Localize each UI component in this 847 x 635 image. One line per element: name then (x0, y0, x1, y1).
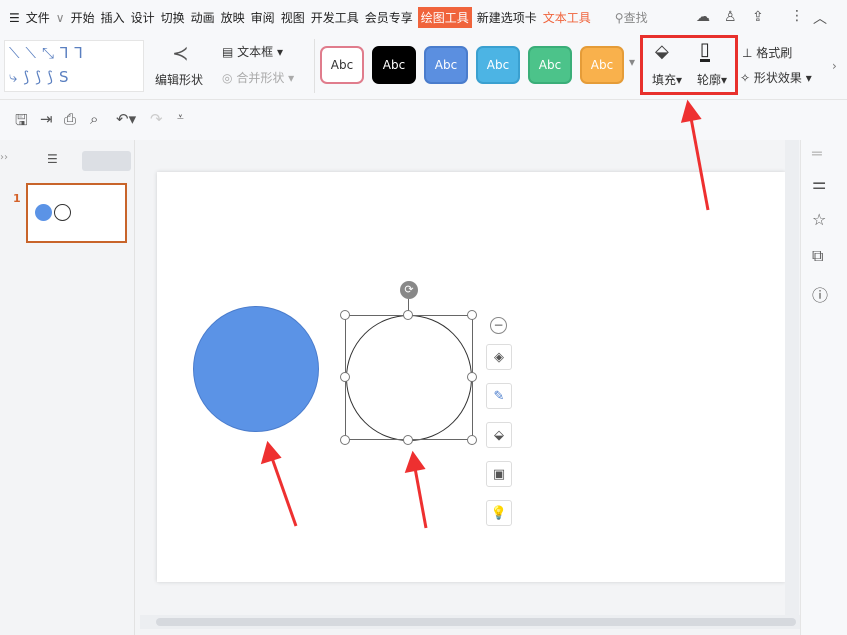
arrowhead (260, 440, 282, 465)
arrow-to-fill-outline (689, 117, 710, 211)
arrowhead (680, 99, 702, 123)
arrow-to-white-circle (413, 467, 428, 529)
annotation-arrows (260, 99, 710, 529)
arrow-to-blue-circle (270, 457, 298, 527)
arrowhead (404, 450, 426, 473)
